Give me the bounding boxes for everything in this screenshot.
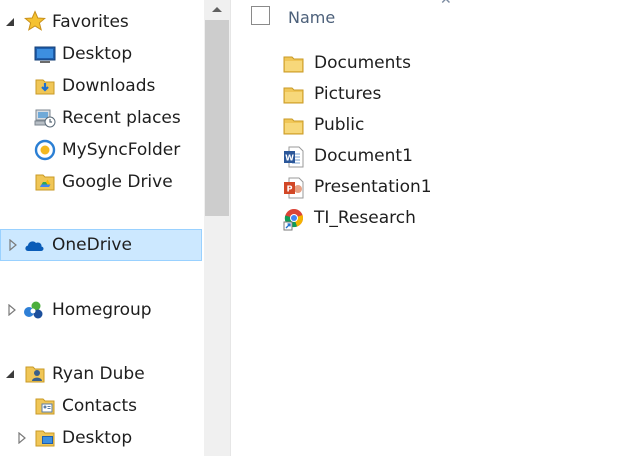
name-column-header[interactable]: Name xyxy=(288,8,335,27)
google-drive-folder-icon xyxy=(35,174,55,191)
expanded-arrow-icon[interactable] xyxy=(4,16,16,28)
file-item-documents[interactable]: Documents xyxy=(282,51,582,77)
nav-label-homegroup: Homegroup xyxy=(52,300,152,320)
nav-item-google-drive[interactable]: Google Drive xyxy=(0,166,204,198)
recent-places-icon xyxy=(34,109,56,128)
nav-item-contacts[interactable]: Contacts xyxy=(0,390,204,422)
nav-item-favorites[interactable]: Favorites xyxy=(0,6,204,38)
nav-item-onedrive[interactable]: OneDrive xyxy=(0,229,202,261)
desktop-icon xyxy=(34,46,56,63)
star-icon xyxy=(24,10,46,31)
onedrive-cloud-icon xyxy=(25,241,44,251)
chrome-shortcut-icon xyxy=(283,209,304,231)
user-folder-icon xyxy=(25,366,45,383)
file-item-ti-research[interactable]: TI_Research xyxy=(282,206,582,232)
expanded-arrow-icon[interactable] xyxy=(4,368,16,380)
file-name: Document1 xyxy=(314,146,413,166)
pane-divider[interactable] xyxy=(230,0,231,456)
powerpoint-icon: P xyxy=(284,177,304,199)
nav-item-mysyncfolder[interactable]: MySyncFolder xyxy=(0,134,204,166)
nav-label-user-desktop: Desktop xyxy=(62,428,133,448)
nav-label-favorites: Favorites xyxy=(52,12,129,32)
word-document-icon: W xyxy=(284,146,304,168)
contacts-folder-icon xyxy=(35,398,55,415)
downloads-icon xyxy=(35,79,55,95)
nav-item-desktop[interactable]: Desktop xyxy=(0,38,204,70)
sync-folder-icon xyxy=(34,139,56,161)
collapsed-arrow-icon[interactable] xyxy=(16,432,28,444)
folder-icon xyxy=(283,118,304,135)
nav-label-onedrive: OneDrive xyxy=(52,235,132,255)
file-name: Documents xyxy=(314,53,411,73)
nav-label-desktop: Desktop xyxy=(62,44,133,64)
file-name: TI_Research xyxy=(314,208,416,228)
nav-label-mysyncfolder: MySyncFolder xyxy=(62,140,181,160)
folder-icon xyxy=(283,87,304,104)
file-item-public[interactable]: Public xyxy=(282,113,582,139)
scroll-up-arrow-icon[interactable] xyxy=(204,0,230,20)
svg-text:P: P xyxy=(287,185,293,194)
nav-label-google-drive: Google Drive xyxy=(62,172,173,192)
nav-item-downloads[interactable]: Downloads xyxy=(0,70,204,102)
collapsed-arrow-icon[interactable] xyxy=(7,239,19,251)
file-item-pictures[interactable]: Pictures xyxy=(282,82,582,108)
file-name: Pictures xyxy=(314,84,382,104)
select-all-checkbox[interactable] xyxy=(251,6,270,25)
nav-scrollbar-thumb[interactable] xyxy=(205,20,229,216)
file-name: Presentation1 xyxy=(314,177,432,197)
nav-item-user-folder[interactable]: Ryan Dube xyxy=(0,358,204,390)
file-item-presentation1[interactable]: P Presentation1 xyxy=(282,175,582,201)
nav-item-user-desktop[interactable]: Desktop xyxy=(0,422,204,454)
svg-text:W: W xyxy=(285,154,294,163)
homegroup-icon xyxy=(24,301,43,319)
nav-item-homegroup[interactable]: Homegroup xyxy=(0,294,204,326)
file-name: Public xyxy=(314,115,365,135)
nav-label-downloads: Downloads xyxy=(62,76,156,96)
close-icon[interactable]: ✕ xyxy=(440,0,452,8)
file-item-document1[interactable]: W Document1 xyxy=(282,144,582,170)
nav-label-user: Ryan Dube xyxy=(52,364,145,384)
navigation-pane: Favorites Desktop Downloads Recent place… xyxy=(0,0,204,456)
collapsed-arrow-icon[interactable] xyxy=(6,304,18,316)
folder-icon xyxy=(283,56,304,73)
desktop-folder-icon xyxy=(35,430,55,447)
nav-label-recent-places: Recent places xyxy=(62,108,181,128)
nav-label-contacts: Contacts xyxy=(62,396,137,416)
nav-item-recent-places[interactable]: Recent places xyxy=(0,102,204,134)
